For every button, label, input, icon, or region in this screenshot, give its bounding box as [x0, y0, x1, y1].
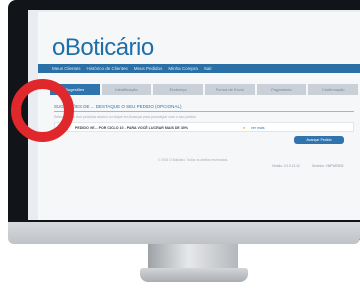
step-pagamento: Pagamento	[256, 84, 307, 95]
highlight-circle	[11, 79, 74, 142]
offer-label: PEDIDO VE... POR CICLO 10 - PARA VOCÊ LU…	[75, 125, 189, 130]
checkout-steps: Sugestões Identificação Endereço Forma d…	[50, 84, 359, 95]
nav-item-sair[interactable]: Sair	[204, 66, 212, 71]
see-more-link[interactable]: ver mais	[251, 126, 265, 130]
nav-item-meus-pedidos[interactable]: Meus Pedidos	[134, 66, 163, 71]
footer-server: Servidor: VMPWEB05	[312, 164, 344, 168]
brand-logo[interactable]: oBoticário	[52, 34, 154, 62]
footer-copyright: © 2015 O Boticário. Todos os direitos re…	[158, 158, 229, 162]
step-identificacao: Identificação	[101, 84, 152, 95]
advance-order-button[interactable]: Avançar Pedido	[294, 136, 344, 144]
section-divider	[54, 111, 354, 112]
screen: oBoticário Meus Clientes Histórico de Cl…	[28, 10, 360, 220]
nav-item-meus-clientes[interactable]: Meus Clientes	[52, 66, 81, 71]
step-forma-envio: Forma de Envio	[205, 84, 255, 95]
monitor-stand-base	[140, 268, 248, 282]
step-endereco: Endereço	[153, 84, 204, 95]
footer-version: Versão: 2.0.0.12.10	[272, 164, 300, 168]
step-confirmacao: Confirmação	[308, 84, 359, 95]
web-page: oBoticário Meus Clientes Histórico de Cl…	[38, 12, 360, 220]
nav-item-minha-compra[interactable]: Minha Compra	[168, 66, 198, 71]
offer-row[interactable]: PEDIDO VE... POR CICLO 10 - PARA VOCÊ LU…	[54, 122, 354, 132]
magnifier-icon[interactable]: ●	[243, 125, 245, 130]
main-navbar: Meus Clientes Histórico de Clientes Meus…	[38, 64, 360, 73]
monitor-stand-neck	[148, 244, 238, 270]
nav-item-historico-clientes[interactable]: Histórico de Clientes	[87, 66, 128, 71]
monitor-chin	[8, 222, 360, 244]
section-instruction: Selecione um dos produtos abaixo ou cliq…	[54, 115, 196, 119]
